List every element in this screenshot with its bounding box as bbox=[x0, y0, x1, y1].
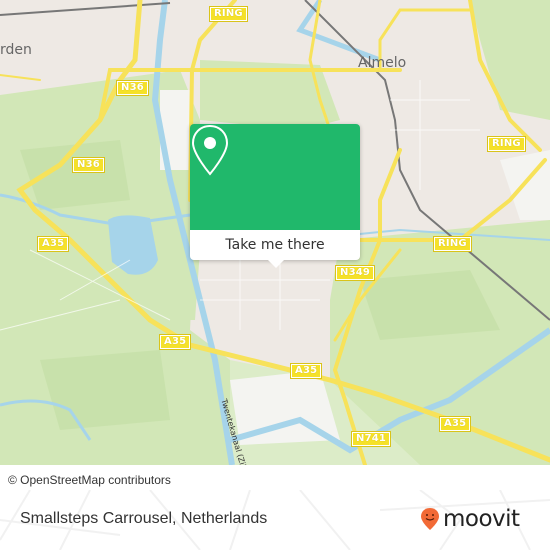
popup-tail bbox=[268, 260, 284, 268]
road-shield-a35: A35 bbox=[36, 236, 70, 252]
road-shield-n36: N36 bbox=[72, 157, 105, 173]
place-label-almelo: Almelo bbox=[358, 55, 407, 71]
road-shield-n36: N36 bbox=[116, 80, 149, 96]
road-shield-n741: N741 bbox=[350, 431, 392, 447]
location-popup[interactable]: Take me there bbox=[190, 124, 360, 268]
road-shield-ring: RING bbox=[487, 136, 526, 152]
road-shield-a35: A35 bbox=[289, 363, 323, 379]
osm-attribution[interactable]: © OpenStreetMap contributors bbox=[0, 470, 179, 490]
popup-header[interactable] bbox=[190, 124, 360, 230]
moovit-pin-icon bbox=[421, 508, 439, 530]
place-label-wierden: rden bbox=[0, 42, 32, 58]
road-shield-a35: A35 bbox=[438, 416, 472, 432]
location-pin-icon bbox=[191, 124, 229, 176]
footer: Smallsteps Carrousel, Netherlands moovit bbox=[0, 490, 550, 550]
moovit-wordmark: moovit bbox=[443, 506, 520, 532]
take-me-there-button[interactable]: Take me there bbox=[190, 230, 360, 260]
moovit-logo: moovit bbox=[420, 507, 520, 531]
road-shield-ring: RING bbox=[209, 6, 248, 22]
road-shield-n349: N349 bbox=[334, 265, 376, 281]
map-view[interactable]: Almelo rden Twentekanaal (Zijtak) RING R… bbox=[0, 0, 550, 465]
road-shield-ring: RING bbox=[433, 236, 472, 252]
place-name: Smallsteps Carrousel, Netherlands bbox=[20, 510, 268, 527]
road-shield-a35: A35 bbox=[158, 334, 192, 350]
